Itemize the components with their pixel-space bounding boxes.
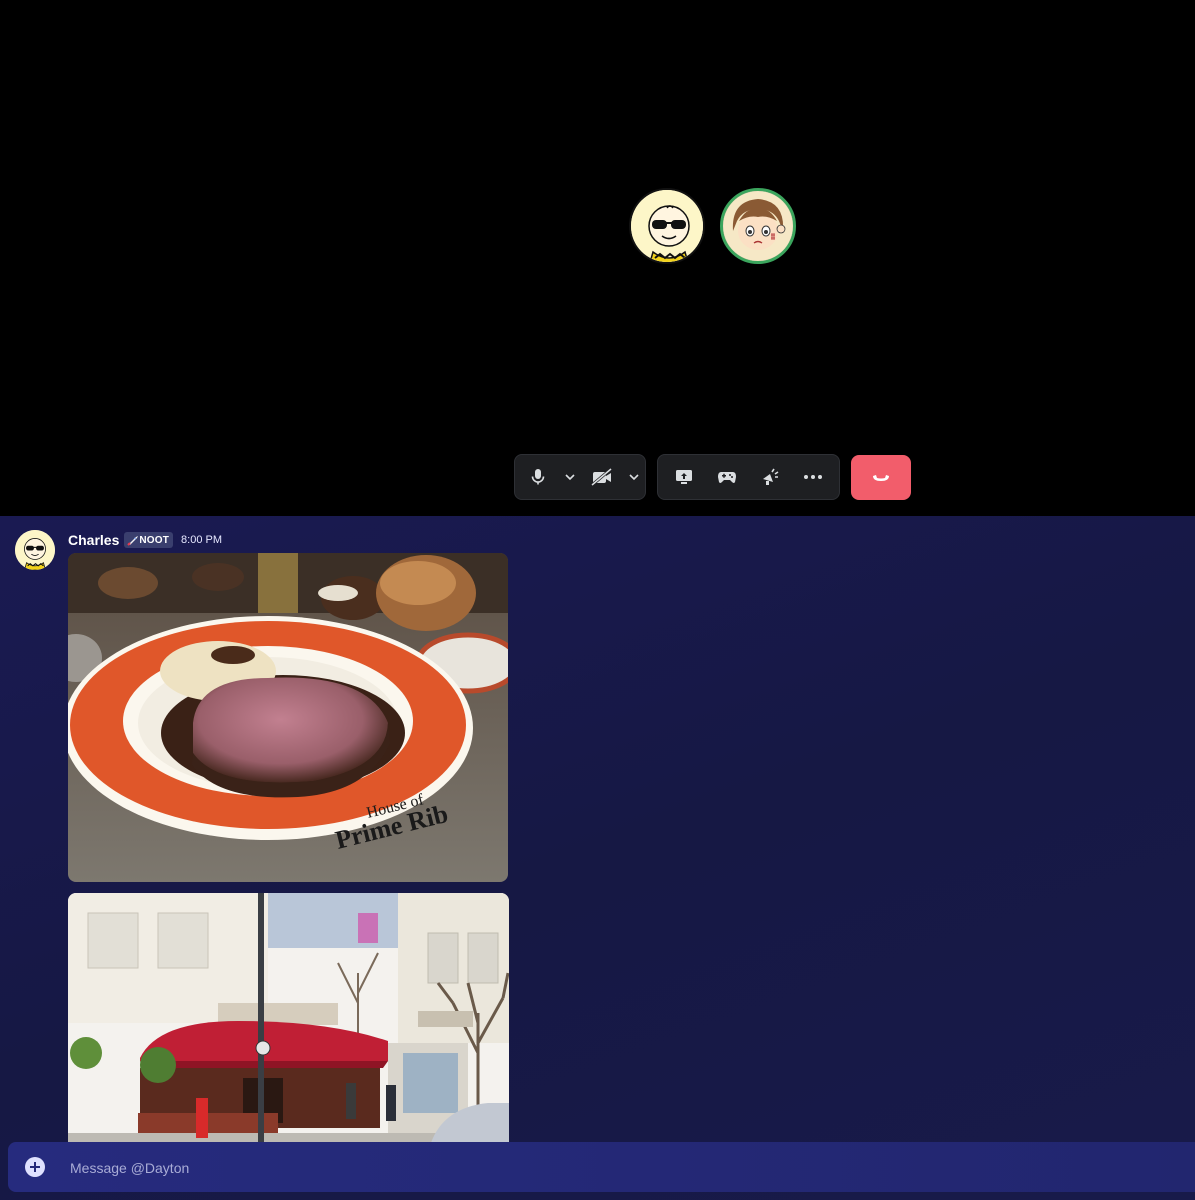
- plus-icon: [30, 1162, 40, 1172]
- prime-rib-photo: House of Prime Rib: [68, 553, 508, 882]
- disconnect-button[interactable]: [851, 455, 911, 500]
- storefront-photo: [68, 893, 509, 1153]
- screen-share-button[interactable]: [664, 460, 704, 494]
- image-attachment-prime-rib[interactable]: House of Prime Rib: [68, 553, 508, 882]
- charlie-brown-sunglasses-avatar: [15, 530, 55, 570]
- activities-button[interactable]: [707, 460, 747, 494]
- chevron-down-icon: [565, 474, 575, 481]
- camera-toggle-button[interactable]: [579, 460, 625, 494]
- more-icon: [804, 475, 823, 479]
- participant-avatar-charles[interactable]: [629, 188, 705, 264]
- audio-video-controls: [514, 454, 646, 500]
- image-attachment-storefront[interactable]: [68, 893, 509, 1153]
- screen-share-icon: [675, 470, 692, 484]
- phone-hangup-icon: [873, 474, 889, 481]
- rocket-icon: [127, 535, 139, 546]
- microphone-icon: [531, 469, 545, 485]
- message-input[interactable]: [68, 1142, 1172, 1194]
- activity-controls: [657, 454, 840, 500]
- message-header: Charles NOOT 8:00 PM: [68, 532, 222, 548]
- voice-call-area: [0, 0, 1195, 516]
- chat-area: Charles NOOT 8:00 PM House of Prime Rib: [0, 516, 1195, 1200]
- message-input-bar: [8, 1142, 1195, 1194]
- more-options-button[interactable]: [793, 460, 833, 494]
- message-timestamp: 8:00 PM: [181, 534, 223, 546]
- participant-avatar-dayton[interactable]: [720, 188, 796, 264]
- chevron-down-icon: [629, 474, 639, 481]
- mic-options-button[interactable]: [561, 460, 579, 494]
- camera-options-button[interactable]: [625, 460, 643, 494]
- anime-girl-avatar: [723, 191, 793, 261]
- message-author-avatar[interactable]: [15, 530, 55, 570]
- gamepad-icon: [717, 472, 736, 483]
- mute-button[interactable]: [515, 460, 561, 494]
- add-attachment-button[interactable]: [25, 1157, 45, 1177]
- camera-off-icon: [591, 468, 612, 486]
- message-username[interactable]: Charles: [68, 532, 119, 548]
- soundboard-button[interactable]: [750, 460, 790, 494]
- role-tag[interactable]: NOOT: [124, 532, 174, 548]
- soundboard-icon: [763, 468, 779, 485]
- role-tag-label: NOOT: [139, 534, 170, 546]
- charlie-brown-sunglasses-avatar: [631, 190, 703, 262]
